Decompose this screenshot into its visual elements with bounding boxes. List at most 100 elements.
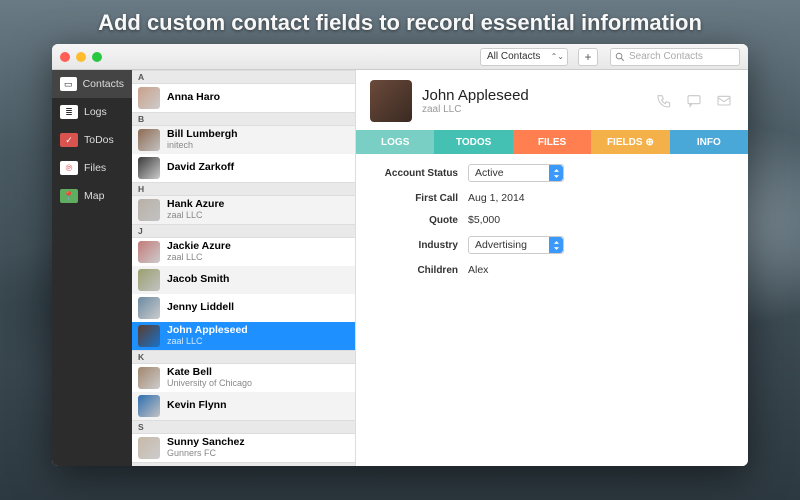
tab-logs[interactable]: LOGS xyxy=(356,130,434,154)
contact-row-sub: zaal LLC xyxy=(167,211,224,221)
clip-icon: ℗ xyxy=(60,161,78,175)
contact-list[interactable]: A Anna Haro BBill Lumberghinitech David Zar… xyxy=(132,70,356,466)
sidebar: ▭ Contacts ≣ Logs ✓ ToDos ℗ Files 📍 Map xyxy=(52,70,132,466)
minimize-icon[interactable] xyxy=(76,52,86,62)
filter-select-label: All Contacts xyxy=(487,51,540,62)
doc-icon: ≣ xyxy=(60,105,78,119)
avatar xyxy=(138,395,160,417)
section-header: H xyxy=(132,182,355,196)
contact-row[interactable]: David Zarkoff xyxy=(132,154,355,182)
close-icon[interactable] xyxy=(60,52,70,62)
sidebar-item-files[interactable]: ℗ Files xyxy=(52,154,132,182)
sidebar-item-label: Files xyxy=(84,162,106,174)
sidebar-item-label: Map xyxy=(84,190,104,202)
app-window: All Contacts ⌃⌄ + Search Contacts ▭ Conta… xyxy=(52,44,748,466)
tab-todos[interactable]: TODOS xyxy=(434,130,512,154)
sidebar-item-todos[interactable]: ✓ ToDos xyxy=(52,126,132,154)
contact-row-sub: initech xyxy=(167,141,238,151)
field-row: First CallAug 1, 2014 xyxy=(372,192,732,204)
mail-icon[interactable] xyxy=(714,93,734,109)
add-contact-button[interactable]: + xyxy=(578,48,598,66)
tab-files[interactable]: FILES xyxy=(513,130,591,154)
contact-row[interactable]: Kevin Flynn xyxy=(132,392,355,420)
field-value[interactable]: Alex xyxy=(468,264,488,276)
contact-row-name: Jenny Liddell xyxy=(167,302,234,314)
sidebar-item-label: Contacts xyxy=(83,78,124,90)
avatar xyxy=(138,367,160,389)
contact-detail: John Appleseed zaal LLC LOGS TODOS FILES… xyxy=(356,70,748,466)
phone-icon[interactable] xyxy=(654,93,674,109)
avatar xyxy=(138,241,160,263)
filter-select[interactable]: All Contacts ⌃⌄ xyxy=(480,48,568,66)
contact-row[interactable]: Jacob Smith xyxy=(132,266,355,294)
add-field-icon: ⊕ xyxy=(646,137,654,148)
custom-fields-form: Account Status Active First CallAug 1, 201… xyxy=(356,154,748,296)
field-label: First Call xyxy=(372,193,468,204)
pin-icon: 📍 xyxy=(60,189,78,203)
field-select[interactable]: Active xyxy=(468,164,564,182)
section-header: T xyxy=(132,462,355,466)
field-label: Children xyxy=(372,265,468,276)
contact-row[interactable]: Anna Haro xyxy=(132,84,355,112)
sidebar-item-label: Logs xyxy=(84,106,107,118)
section-header: B xyxy=(132,112,355,126)
field-row: Account Status Active xyxy=(372,164,732,182)
contact-row-sub: Gunners FC xyxy=(167,449,245,459)
contact-row[interactable]: Kate BellUniversity of Chicago xyxy=(132,364,355,392)
field-label: Account Status xyxy=(372,168,468,179)
zoom-icon[interactable] xyxy=(92,52,102,62)
titlebar: All Contacts ⌃⌄ + Search Contacts xyxy=(52,44,748,70)
chevron-updown-icon xyxy=(549,165,563,181)
avatar xyxy=(138,297,160,319)
field-value: Advertising xyxy=(475,239,527,251)
avatar xyxy=(138,437,160,459)
contact-row[interactable]: Bill Lumberghinitech xyxy=(132,126,355,154)
contact-row[interactable]: John Appleseedzaal LLC xyxy=(132,322,355,350)
chat-icon[interactable] xyxy=(684,93,704,109)
field-row: Industry Advertising xyxy=(372,236,732,254)
contact-row-name: Anna Haro xyxy=(167,92,220,104)
detail-tabs: LOGS TODOS FILES FIELDS⊕ INFO xyxy=(356,130,748,154)
field-row: Quote$5,000 xyxy=(372,214,732,226)
avatar xyxy=(138,199,160,221)
section-header: S xyxy=(132,420,355,434)
field-row: ChildrenAlex xyxy=(372,264,732,276)
promo-headline: Add custom contact fields to record esse… xyxy=(0,0,800,44)
sidebar-item-contacts[interactable]: ▭ Contacts xyxy=(52,70,132,98)
search-input[interactable]: Search Contacts xyxy=(610,48,740,66)
contact-row-name: Jacob Smith xyxy=(167,274,229,286)
contact-row[interactable]: Jenny Liddell xyxy=(132,294,355,322)
section-header: K xyxy=(132,350,355,364)
section-header: A xyxy=(132,70,355,84)
chevron-updown-icon: ⌃⌄ xyxy=(551,53,564,61)
field-value: Active xyxy=(475,167,504,179)
contact-row[interactable]: Sunny SanchezGunners FC xyxy=(132,434,355,462)
sidebar-item-label: ToDos xyxy=(84,134,114,146)
field-value[interactable]: Aug 1, 2014 xyxy=(468,192,525,204)
sidebar-item-map[interactable]: 📍 Map xyxy=(52,182,132,210)
check-icon: ✓ xyxy=(60,133,78,147)
field-value[interactable]: $5,000 xyxy=(468,214,500,226)
avatar xyxy=(138,325,160,347)
contact-row-sub: zaal LLC xyxy=(167,337,248,347)
field-label: Industry xyxy=(372,240,468,251)
card-icon: ▭ xyxy=(60,77,77,91)
field-label: Quote xyxy=(372,215,468,226)
field-select[interactable]: Advertising xyxy=(468,236,564,254)
contact-company: zaal LLC xyxy=(422,104,529,115)
contact-row-name: Kevin Flynn xyxy=(167,400,227,412)
sidebar-item-logs[interactable]: ≣ Logs xyxy=(52,98,132,126)
contact-row[interactable]: Hank Azurezaal LLC xyxy=(132,196,355,224)
contact-row-name: David Zarkoff xyxy=(167,162,234,174)
chevron-updown-icon xyxy=(549,237,563,253)
contact-row[interactable]: Jackie Azurezaal LLC xyxy=(132,238,355,266)
search-icon xyxy=(615,52,625,62)
contact-name: John Appleseed xyxy=(422,87,529,104)
avatar xyxy=(138,129,160,151)
tab-info[interactable]: INFO xyxy=(670,130,748,154)
avatar xyxy=(138,269,160,291)
search-placeholder: Search Contacts xyxy=(629,51,703,62)
contact-avatar xyxy=(370,80,412,122)
tab-fields[interactable]: FIELDS⊕ xyxy=(591,130,669,154)
contact-row-sub: University of Chicago xyxy=(167,379,252,389)
